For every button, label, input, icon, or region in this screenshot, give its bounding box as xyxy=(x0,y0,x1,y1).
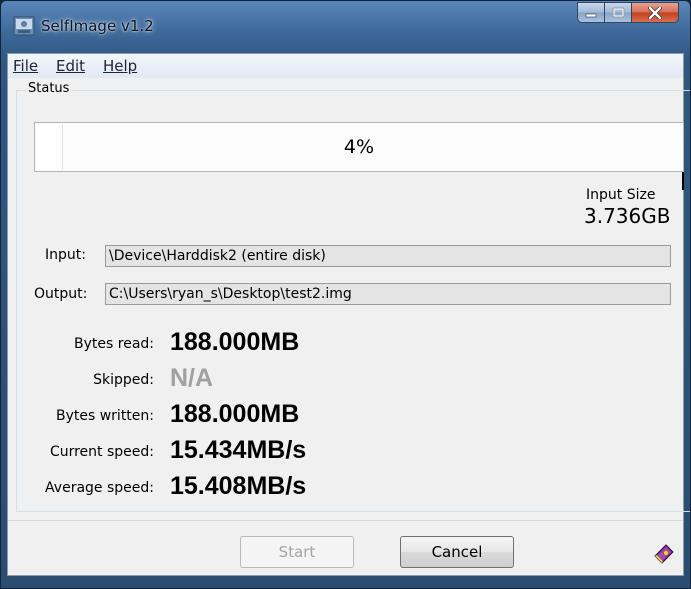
output-path-field[interactable]: C:\Users\ryan_s\Desktop\test2.img xyxy=(105,283,671,305)
maximize-button[interactable] xyxy=(605,2,632,23)
bytes-read-value: 188.000MB xyxy=(170,328,300,356)
skipped-value: N/A xyxy=(170,364,214,392)
current-speed-value: 15.434MB/s xyxy=(170,436,307,464)
maximize-icon xyxy=(612,7,624,18)
app-icon xyxy=(13,16,35,36)
footer-separator xyxy=(8,520,683,521)
help-book-icon[interactable] xyxy=(652,541,676,565)
input-label: Input: xyxy=(45,247,86,263)
window-title: SelfImage v1.2 xyxy=(41,17,154,35)
average-speed-value: 15.408MB/s xyxy=(170,472,307,500)
average-speed-label: Average speed: xyxy=(45,480,154,496)
status-group-label: Status xyxy=(26,81,72,96)
bytes-written-label: Bytes written: xyxy=(55,408,154,424)
menu-help[interactable]: Help xyxy=(103,57,137,75)
output-label: Output: xyxy=(34,286,88,302)
progress-bar: 4% xyxy=(34,122,684,172)
current-speed-label: Current speed: xyxy=(49,444,154,460)
bytes-written-value: 188.000MB xyxy=(170,400,300,428)
menu-file-label: File xyxy=(13,57,39,75)
input-path-field[interactable]: \Device\Harddisk2 (entire disk) xyxy=(105,245,671,267)
selfimage-window: SelfImage v1.2 File Edit Help Status 4% … xyxy=(0,0,691,589)
bytes-read-label: Bytes read: xyxy=(74,336,154,352)
skipped-label: Skipped: xyxy=(93,372,154,388)
menu-bar: File Edit Help xyxy=(8,54,683,78)
title-bar[interactable]: SelfImage v1.2 xyxy=(1,1,690,53)
menu-edit[interactable]: Edit xyxy=(56,57,85,75)
start-button[interactable]: Start xyxy=(240,536,354,568)
minimize-button[interactable] xyxy=(577,2,605,23)
menu-help-label: Help xyxy=(103,57,138,75)
resize-edge-mark xyxy=(682,172,684,190)
menu-edit-label: Edit xyxy=(56,57,86,75)
cancel-button[interactable]: Cancel xyxy=(400,536,514,568)
close-button[interactable] xyxy=(632,2,679,23)
minimize-icon xyxy=(585,13,597,17)
close-icon xyxy=(648,6,662,19)
menu-file[interactable]: File xyxy=(13,57,38,75)
client-area: File Edit Help Status 4% Input Size 3.73… xyxy=(7,53,690,576)
window-controls xyxy=(577,2,679,24)
progress-percent-text: 4% xyxy=(343,136,375,158)
input-size-value: 3.736GB xyxy=(584,204,671,228)
input-size-label: Input Size xyxy=(586,187,656,203)
